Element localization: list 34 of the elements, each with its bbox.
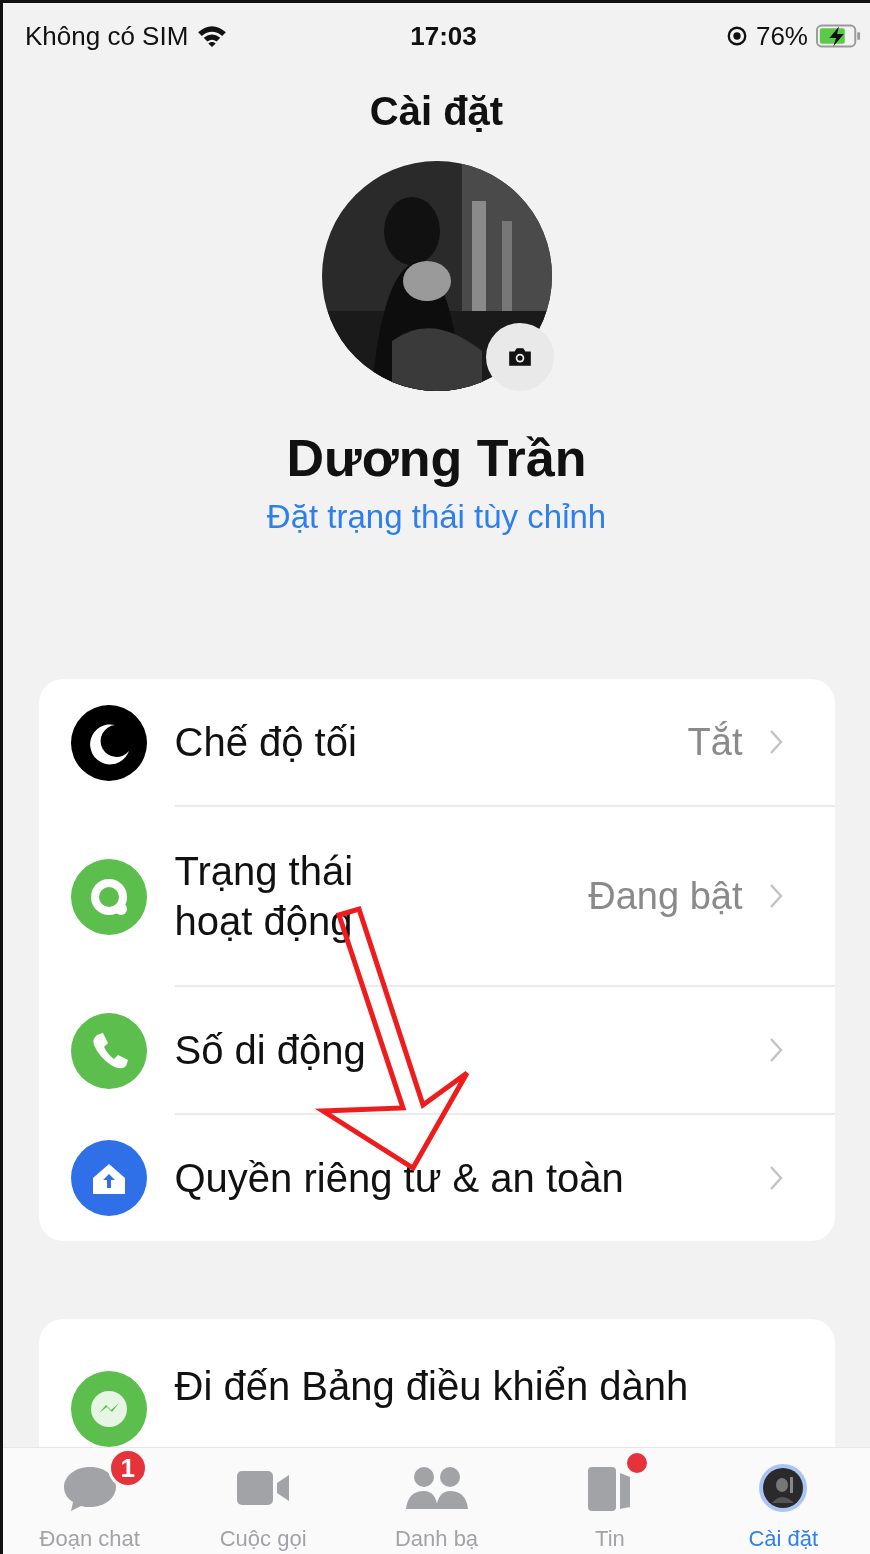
setting-label: Quyền riêng tư & an toàn [174, 1155, 625, 1202]
camera-icon [506, 346, 533, 368]
moon-icon [70, 705, 147, 781]
settings-row[interactable]: Đi đến Bảng điều khiển dành [38, 1319, 835, 1447]
phone-icon [70, 1013, 147, 1089]
privacy-icon [70, 1140, 147, 1216]
setting-value: Đang bật [588, 874, 743, 918]
clock-time: 17:03 [410, 20, 477, 52]
settings-row[interactable]: Số di động [38, 987, 835, 1115]
battery-percent: 76% [755, 20, 808, 52]
battery-charging-icon [816, 23, 862, 49]
orientation-lock-icon [725, 25, 748, 47]
tab[interactable]: 1 Đoạn chat [3, 1448, 177, 1554]
setting-label: Chế độ tối [174, 719, 358, 766]
carrier-label: Không có SIM [25, 20, 189, 52]
chevron-icon [768, 883, 783, 909]
chevron-icon [768, 1165, 783, 1191]
page-title: Cài đặt [369, 88, 504, 135]
tab[interactable]: Tin [523, 1448, 697, 1554]
settings-row[interactable]: Chế độ tối Tắt [38, 679, 835, 807]
chevron-icon [768, 1037, 783, 1063]
setting-value: Tắt [687, 720, 743, 764]
custom-status-link[interactable]: Đặt trạng thái tùy chỉnh [266, 495, 607, 539]
tab[interactable]: Danh bạ [349, 1448, 524, 1554]
status-icon [70, 859, 147, 935]
chevron-icon [768, 729, 783, 755]
unread-badge: 1 [107, 1448, 148, 1488]
tab[interactable]: Cài đặt [696, 1448, 870, 1554]
wifi-icon [196, 24, 229, 48]
setting-label: Số di động [174, 1027, 367, 1074]
profile-name: Dương Trần [286, 428, 587, 489]
tab[interactable]: Cuộc gọi [176, 1448, 350, 1554]
setting-label: Đi đến Bảng điều khiển dành [174, 1363, 690, 1410]
settings-row[interactable]: Quyền riêng tư & an toàn [38, 1115, 835, 1241]
